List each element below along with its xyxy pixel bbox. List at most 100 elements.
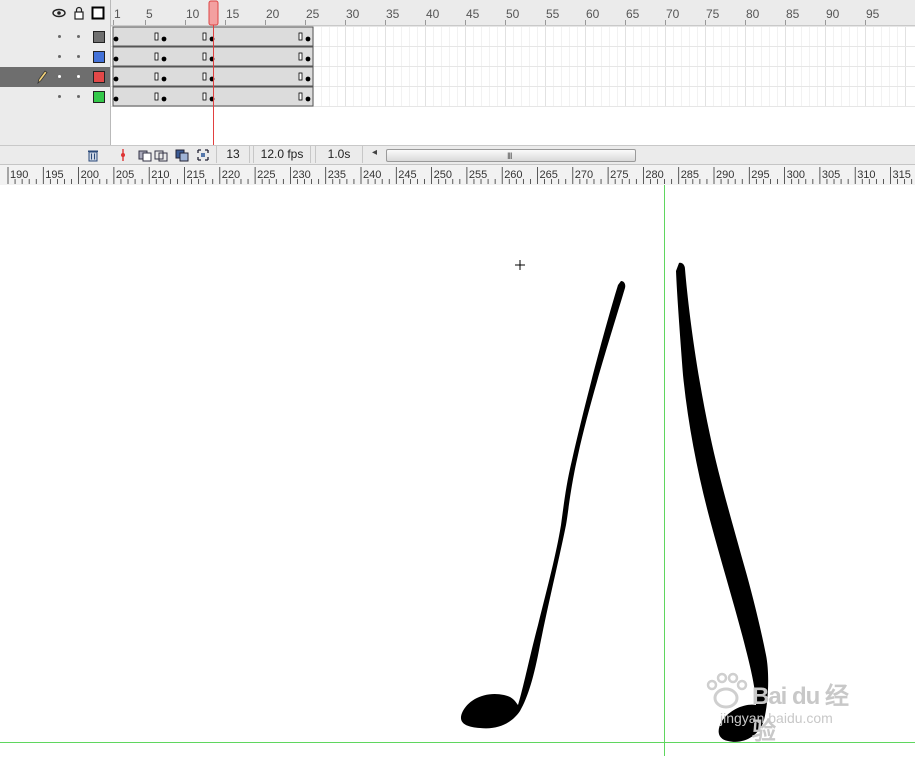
- ruler-label: 260: [504, 169, 522, 181]
- timeline-status-bar: 13 12.0 fps 1.0s ◂ III: [0, 145, 915, 165]
- ruler-label: 275: [610, 169, 628, 181]
- frame-number-label: 1: [114, 7, 121, 21]
- layer-color-swatch[interactable]: [93, 91, 105, 103]
- paw-logo-icon: [706, 672, 748, 709]
- visibility-dot[interactable]: [58, 35, 61, 38]
- layer-color-swatch[interactable]: [93, 31, 105, 43]
- layer-color-swatch[interactable]: [93, 71, 105, 83]
- keyframe-marker[interactable]: [113, 36, 119, 42]
- stage-svg[interactable]: [0, 185, 915, 756]
- ruler-label: 265: [540, 169, 558, 181]
- frame-number-label: 30: [346, 7, 360, 21]
- span-end-marker: [202, 92, 207, 101]
- span-end-marker: [154, 32, 159, 41]
- span-end-marker: [202, 32, 207, 41]
- watermark: Bai du 经验 jingyan.baidu.com: [700, 672, 870, 745]
- layer-row-1[interactable]: [0, 27, 110, 47]
- ruler-label: 310: [857, 169, 875, 181]
- center-frame-icon[interactable]: [116, 148, 130, 162]
- frame-grid[interactable]: 1 5 10 15 20 25 30 35 40 45 50 55 60 65 70 75 80 85 90 95: [111, 0, 915, 145]
- ruler-label: 290: [716, 169, 734, 181]
- modify-markers-icon[interactable]: [196, 148, 210, 162]
- layer-row-4[interactable]: [0, 87, 110, 107]
- ruler-label: 190: [10, 169, 28, 181]
- keyframe-marker[interactable]: [305, 96, 311, 102]
- layer-header: [0, 0, 110, 26]
- lock-dot[interactable]: [77, 95, 80, 98]
- span-end-marker: [298, 52, 303, 61]
- current-frame-display: 13: [216, 146, 250, 163]
- keyframe-marker[interactable]: [305, 56, 311, 62]
- ruler-label: 295: [751, 169, 769, 181]
- ruler-svg: 190 195 200 205 210 215 220 225 230 235 240 245 250 2…: [7, 167, 913, 184]
- frame-number-label: 10: [186, 7, 200, 21]
- horizontal-ruler: 190 195 200 205 210 215 220 225 230 235 240 245 250 2…: [0, 164, 915, 186]
- frame-number-label: 45: [466, 7, 480, 21]
- watermark-url: jingyan.baidu.com: [720, 710, 833, 726]
- timeline-horizontal-scrollbar[interactable]: ◂ III: [370, 147, 640, 162]
- ruler-label: 210: [151, 169, 169, 181]
- span-end-marker: [298, 32, 303, 41]
- ruler-label: 285: [681, 169, 699, 181]
- frame-number-label: 40: [426, 7, 440, 21]
- onion-skin-outlines-icon[interactable]: [154, 148, 168, 162]
- layer-row-3[interactable]: [0, 67, 110, 87]
- elapsed-time-display: 1.0s: [315, 146, 363, 163]
- keyframe-marker[interactable]: [161, 56, 167, 62]
- keyframe-marker[interactable]: [161, 76, 167, 82]
- ruler-label: 200: [81, 169, 99, 181]
- frame-number-label: 80: [746, 7, 760, 21]
- span-end-marker: [298, 72, 303, 81]
- frame-grid-svg[interactable]: 1 5 10 15 20 25 30 35 40 45 50 55 60 65 70 75 80 85 90 95: [111, 0, 915, 145]
- lock-dot[interactable]: [77, 35, 80, 38]
- keyframe-marker[interactable]: [305, 76, 311, 82]
- keyframe-marker[interactable]: [113, 56, 119, 62]
- trash-icon[interactable]: [86, 148, 100, 162]
- scroll-left-arrow-icon[interactable]: ◂: [372, 147, 377, 158]
- span-end-marker: [298, 92, 303, 101]
- frame-number-label: 60: [586, 7, 600, 21]
- ruler-label: 220: [222, 169, 240, 181]
- frame-number-label: 25: [306, 7, 320, 21]
- frame-number-label: 70: [666, 7, 680, 21]
- frame-number-label: 5: [146, 7, 153, 21]
- timeline-panel: 1 5 10 15 20 25 30 35 40 45 50 55 60 65 70 75 80 85 90 95: [0, 0, 915, 165]
- keyframe-marker[interactable]: [161, 36, 167, 42]
- ruler-label: 205: [116, 169, 134, 181]
- onion-skin-icon[interactable]: [138, 148, 152, 162]
- left-brush-stroke[interactable]: [460, 281, 626, 729]
- visibility-dot[interactable]: [58, 95, 61, 98]
- visibility-dot[interactable]: [58, 75, 61, 78]
- lock-dot[interactable]: [77, 75, 80, 78]
- scrollbar-thumb[interactable]: III: [386, 149, 636, 162]
- ruler-label: 230: [292, 169, 310, 181]
- frame-rate-display[interactable]: 12.0 fps: [253, 146, 311, 163]
- layer-row-2[interactable]: [0, 47, 110, 67]
- frame-number-label: 90: [826, 7, 840, 21]
- ruler-label: 245: [398, 169, 416, 181]
- visibility-dot[interactable]: [58, 55, 61, 58]
- pencil-icon: [37, 70, 48, 84]
- lock-icon[interactable]: [72, 6, 86, 20]
- outline-icon[interactable]: [91, 6, 105, 20]
- span-end-marker: [154, 92, 159, 101]
- span-end-marker: [154, 72, 159, 81]
- span-end-marker: [154, 52, 159, 61]
- layer-panel: [0, 0, 111, 164]
- keyframe-marker[interactable]: [161, 96, 167, 102]
- keyframe-marker[interactable]: [113, 96, 119, 102]
- frame-number-label: 50: [506, 7, 520, 21]
- layer-color-swatch[interactable]: [93, 51, 105, 63]
- scrollbar-grip-icon: III: [507, 151, 512, 161]
- span-end-marker: [202, 52, 207, 61]
- edit-multiple-frames-icon[interactable]: [175, 148, 189, 162]
- frame-number-label: 15: [226, 7, 240, 21]
- lock-dot[interactable]: [77, 55, 80, 58]
- right-brush-stroke[interactable]: [676, 262, 769, 742]
- stage-canvas[interactable]: [0, 185, 915, 756]
- frame-number-label: 85: [786, 7, 800, 21]
- frame-number-label: 95: [866, 7, 880, 21]
- keyframe-marker[interactable]: [113, 76, 119, 82]
- keyframe-marker[interactable]: [305, 36, 311, 42]
- eye-icon[interactable]: [52, 6, 66, 20]
